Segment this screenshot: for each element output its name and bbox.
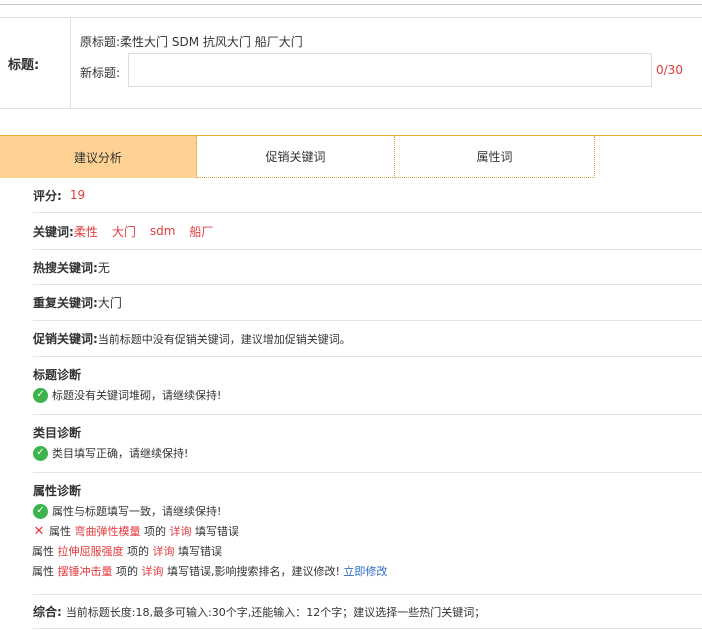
title-diagnosis-heading: 标题诊断 bbox=[33, 368, 82, 382]
summary-label: 综合: bbox=[33, 605, 62, 619]
new-title-input[interactable] bbox=[128, 53, 652, 87]
original-title-value: 柔性大门 SDM 抗风大门 船厂大门 bbox=[120, 35, 303, 49]
hot-keywords-label: 热搜关键词: bbox=[33, 260, 98, 275]
score-row: 评分: 19 bbox=[33, 178, 702, 213]
summary-value: 当前标题长度:18,最多可输入:30个字,还能输入：12个字；建议选择一些热门关… bbox=[65, 605, 486, 619]
attr-name: 摆锤冲击量 bbox=[57, 565, 113, 578]
attr-name: 弯曲弹性模量 bbox=[74, 525, 141, 538]
char-counter: 0/30 bbox=[656, 63, 683, 77]
fix-now-link[interactable]: 立即修改 bbox=[343, 563, 387, 579]
attr-mid: 项的 bbox=[116, 565, 138, 578]
title-diagnosis-message: 标题没有关键词堆砌，请继续保持! bbox=[52, 389, 222, 402]
title-editor: 标题: 原标题:柔性大门 SDM 抗风大门 船厂大门 新标题: 0/30 bbox=[0, 17, 702, 109]
repeat-keywords-value: 大门 bbox=[97, 296, 122, 310]
hot-keywords-value: 无 bbox=[97, 260, 110, 275]
promo-keywords-value: 当前标题中没有促销关键词，建议增加促销关键词。 bbox=[97, 332, 351, 346]
attribute-diagnosis: 属性诊断 ✓ 属性与标题填写一致，请继续保持! ✕ 属性 弯曲弹性模量 项的 详… bbox=[32, 473, 702, 595]
keywords-label: 关键词: bbox=[33, 224, 74, 239]
attr-detail: 详询 bbox=[141, 565, 164, 578]
attribute-error-line: 属性 拉伸屈服强度 项的 详询 填写错误 bbox=[32, 541, 702, 561]
attribute-diagnosis-heading: 属性诊断 bbox=[33, 484, 82, 498]
attr-detail: 详询 bbox=[169, 525, 192, 538]
title-diagnosis: 标题诊断 ✓ 标题没有关键词堆砌，请继续保持! bbox=[33, 357, 702, 415]
keyword-item: 柔性 bbox=[73, 224, 98, 239]
check-circle-icon: ✓ bbox=[33, 387, 48, 403]
tab-attribute-words[interactable]: 属性词 bbox=[395, 136, 595, 178]
category-diagnosis: 类目诊断 ✓ 类目填写正确，请继续保持! bbox=[33, 415, 702, 473]
hot-keywords-row: 热搜关键词: 无 bbox=[33, 250, 702, 285]
category-diagnosis-message: 类目填写正确，请继续保持! bbox=[52, 447, 189, 460]
keyword-item: 大门 bbox=[111, 224, 136, 239]
attr-prefix: 属性 bbox=[49, 525, 71, 538]
category-diagnosis-line: ✓ 类目填写正确，请继续保持! bbox=[33, 443, 702, 463]
attr-detail: 详询 bbox=[152, 545, 175, 558]
summary-row: 综合: 当前标题长度:18,最多可输入:30个字,还能输入：12个字；建议选择一… bbox=[33, 595, 702, 629]
category-diagnosis-heading: 类目诊断 bbox=[33, 426, 82, 440]
new-title-label: 新标题: bbox=[80, 66, 121, 80]
tab-promo-keywords[interactable]: 促销关键词 bbox=[197, 136, 395, 178]
attribute-error-line: 属性 摆锤冲击量 项的 详询 填写错误,影响搜索排名，建议修改! 立即修改 bbox=[32, 561, 702, 581]
promo-keywords-row: 促销关键词: 当前标题中没有促销关键词，建议增加促销关键词。 bbox=[33, 321, 702, 357]
attr-suffix: 填写错误 bbox=[178, 545, 222, 558]
promo-keywords-label: 促销关键词: bbox=[33, 332, 98, 346]
repeat-keywords-row: 重复关键词: 大门 bbox=[33, 285, 702, 321]
attribute-ok-message: 属性与标题填写一致，请继续保持! bbox=[52, 505, 222, 518]
attr-suffix: 填写错误,影响搜索排名，建议修改! bbox=[167, 565, 340, 578]
keyword-item: 船厂 bbox=[189, 224, 214, 239]
attr-prefix: 属性 bbox=[32, 565, 54, 578]
top-divider bbox=[0, 4, 702, 5]
attr-prefix: 属性 bbox=[32, 545, 54, 558]
attr-mid: 项的 bbox=[144, 525, 166, 538]
repeat-keywords-label: 重复关键词: bbox=[33, 296, 98, 310]
original-title: 原标题:柔性大门 SDM 抗风大门 船厂大门 bbox=[80, 33, 303, 50]
attr-name: 拉伸屈服强度 bbox=[57, 545, 124, 558]
attr-suffix: 填写错误 bbox=[195, 525, 239, 538]
analysis-panel: 评分: 19 关键词: 柔性 大门 sdm 船厂 热搜关键词: 无 重复关键词:… bbox=[32, 178, 702, 629]
tab-bar: 建议分析 促销关键词 属性词 bbox=[0, 136, 595, 178]
title-diagnosis-line: ✓ 标题没有关键词堆砌，请继续保持! bbox=[33, 385, 702, 405]
original-title-label: 原标题: bbox=[80, 35, 121, 49]
score-value: 19 bbox=[69, 188, 86, 202]
tab-suggestion-analysis[interactable]: 建议分析 bbox=[0, 136, 197, 178]
cross-icon: ✕ bbox=[33, 523, 45, 539]
attribute-ok-line: ✓ 属性与标题填写一致，请继续保持! bbox=[33, 501, 702, 521]
keywords-row: 关键词: 柔性 大门 sdm 船厂 bbox=[33, 213, 702, 250]
attr-mid: 项的 bbox=[127, 545, 149, 558]
title-body: 原标题:柔性大门 SDM 抗风大门 船厂大门 新标题: 0/30 bbox=[71, 18, 702, 108]
check-circle-icon: ✓ bbox=[33, 445, 48, 461]
score-label: 评分: bbox=[33, 188, 62, 203]
title-label: 标题: bbox=[0, 18, 71, 108]
attribute-error-line: ✕ 属性 弯曲弹性模量 项的 详询 填写错误 bbox=[33, 521, 702, 541]
keyword-item: sdm bbox=[149, 224, 176, 238]
check-circle-icon: ✓ bbox=[33, 503, 48, 519]
